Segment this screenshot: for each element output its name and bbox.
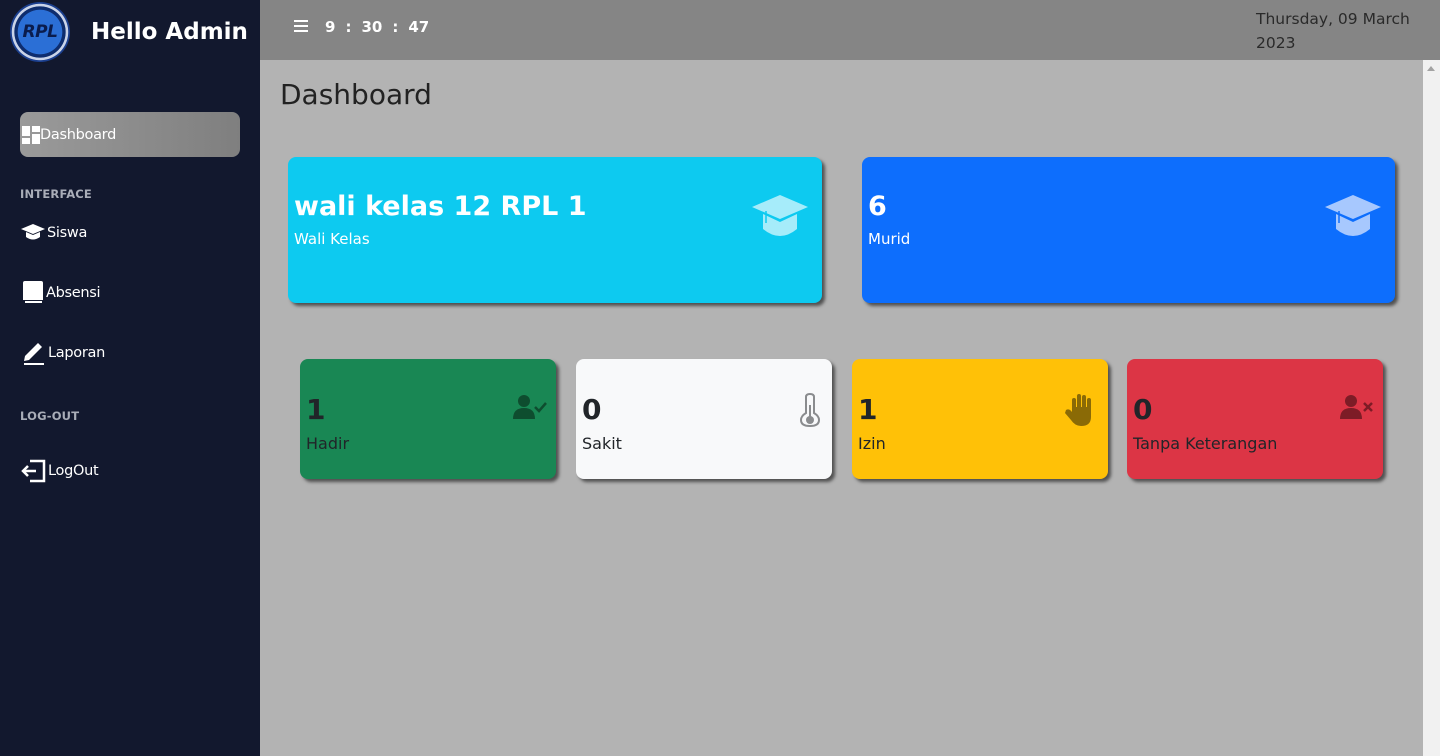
hand-icon xyxy=(1065,394,1091,426)
stat-card-izin: 1 Izin xyxy=(852,359,1108,479)
clock-minutes: 30 xyxy=(361,18,383,36)
graduation-cap-icon xyxy=(1325,195,1381,236)
graduation-cap-icon xyxy=(752,195,808,236)
sidebar-item-label: LogOut xyxy=(48,463,99,479)
stat-card-sakit: 0 Sakit xyxy=(576,359,832,479)
user-check-icon xyxy=(513,395,547,419)
clock-separator: : xyxy=(345,18,352,36)
sidebar-item-absensi[interactable]: Absensi xyxy=(20,278,101,308)
sidebar-item-label: Absensi xyxy=(46,285,101,301)
scroll-up-arrow-icon[interactable] xyxy=(1427,66,1435,71)
dashboard-icon xyxy=(22,125,40,144)
sidebar-item-label: Siswa xyxy=(47,225,88,241)
sidebar-item-siswa[interactable]: Siswa xyxy=(20,218,87,248)
sidebar-item-laporan[interactable]: Laporan xyxy=(20,338,105,368)
card-label: Murid xyxy=(868,230,911,248)
sidebar-item-dashboard[interactable]: Dashboard xyxy=(20,112,240,157)
stat-label: Izin xyxy=(858,434,886,453)
card-label: Wali Kelas xyxy=(294,230,370,248)
page-title: Dashboard xyxy=(280,78,432,111)
stat-value: 1 xyxy=(858,393,878,426)
scrollbar[interactable] xyxy=(1423,60,1440,756)
brand: RPL Hello Admin xyxy=(10,2,248,62)
brand-title: Hello Admin xyxy=(91,19,248,45)
rpl-logo: RPL xyxy=(10,2,70,62)
stat-value: 0 xyxy=(1133,393,1153,426)
card-value: 6 xyxy=(868,191,887,222)
clock: 9 : 30 : 47 xyxy=(325,18,429,36)
sidebar-item-logout[interactable]: LogOut xyxy=(20,456,99,486)
murid-card: 6 Murid xyxy=(862,157,1395,303)
book-icon xyxy=(23,281,43,304)
stat-label: Sakit xyxy=(582,434,622,453)
thermometer-icon xyxy=(799,393,821,427)
logout-icon xyxy=(21,459,46,483)
clock-seconds: 47 xyxy=(408,18,430,36)
stat-card-tanpa-keterangan: 0 Tanpa Keterangan xyxy=(1127,359,1383,479)
stat-card-hadir: 1 Hadir xyxy=(300,359,556,479)
sidebar: RPL Hello Admin Dashboard INTERFACE Sisw… xyxy=(0,0,260,756)
card-value: wali kelas 12 RPL 1 xyxy=(294,191,587,222)
menu-toggle-icon[interactable] xyxy=(294,20,308,32)
clock-separator: : xyxy=(392,18,399,36)
section-logout: LOG-OUT xyxy=(20,409,80,423)
clock-hours: 9 xyxy=(325,18,336,36)
logo-text: RPL xyxy=(22,22,58,42)
sidebar-item-label: Dashboard xyxy=(40,126,116,143)
sidebar-item-label: Laporan xyxy=(48,345,105,361)
wali-kelas-card: wali kelas 12 RPL 1 Wali Kelas xyxy=(288,157,822,303)
stat-value: 0 xyxy=(582,393,602,426)
top-bar: 9 : 30 : 47 Thursday, 09 March 2023 xyxy=(260,0,1440,60)
current-date: Thursday, 09 March 2023 xyxy=(1256,10,1410,52)
section-interface: INTERFACE xyxy=(20,187,92,201)
graduation-cap-icon xyxy=(21,224,45,240)
stat-value: 1 xyxy=(306,393,326,426)
stat-label: Tanpa Keterangan xyxy=(1133,434,1278,453)
pencil-icon xyxy=(24,343,44,365)
user-x-icon xyxy=(1340,395,1373,419)
stat-label: Hadir xyxy=(306,434,350,453)
